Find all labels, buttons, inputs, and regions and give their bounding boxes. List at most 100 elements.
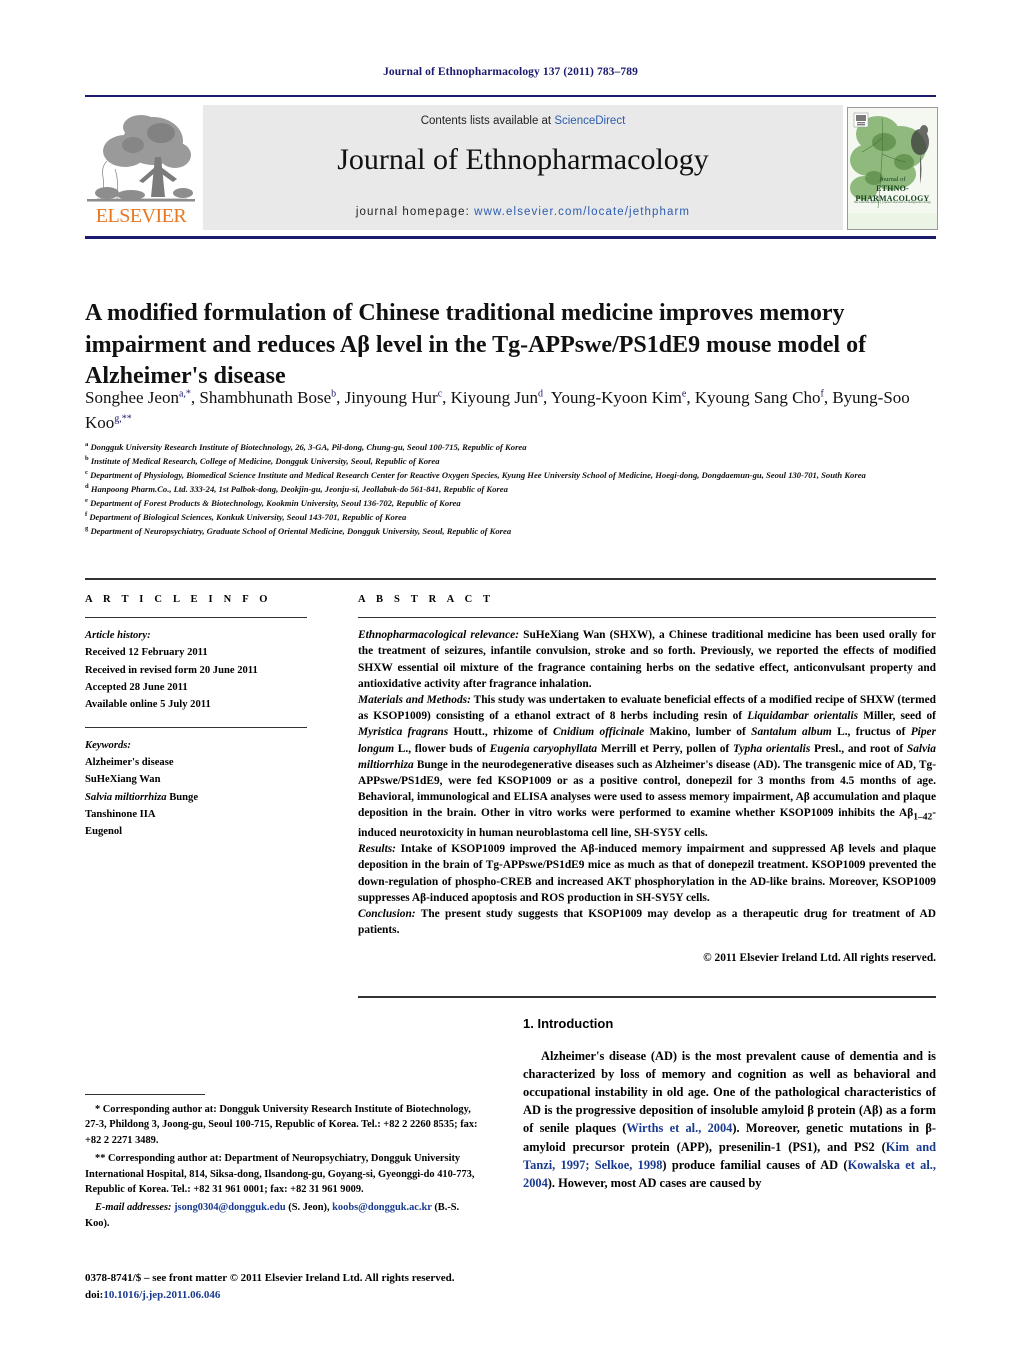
keyword-item: Alzheimer's disease <box>85 757 174 769</box>
corresponding-author-1: * Corresponding author at: Dongguk Unive… <box>85 1104 478 1146</box>
footnote-block: * Corresponding author at: Dongguk Unive… <box>85 1102 485 1234</box>
cover-artwork-icon <box>848 108 937 229</box>
author-affiliation-marker: b <box>331 388 337 400</box>
introduction-heading: 1. Introduction <box>523 1016 614 1031</box>
journal-title: Journal of Ethnopharmacology <box>337 143 709 176</box>
keyword-item: SuHeXiang Wan <box>85 774 161 786</box>
contents-available-line: Contents lists available at ScienceDirec… <box>203 115 843 127</box>
conclusion-label: Conclusion: <box>358 907 416 920</box>
history-line: Received 12 February 2011 <box>85 647 208 659</box>
affiliation-item: g Department of Neuropsychiatry, Graduat… <box>85 524 512 536</box>
homepage-prefix: journal homepage: <box>355 206 475 218</box>
keyword-item: Salvia miltiorrhiza Bunge <box>85 791 199 803</box>
abstract-methods: Materials and Methods: This study was un… <box>358 692 936 841</box>
elsevier-tree-icon <box>87 107 195 207</box>
affiliation-key: f <box>85 510 88 518</box>
history-line: Available online 5 July 2011 <box>85 698 211 710</box>
abstract-body: Ethnopharmacological relevance: SuHeXian… <box>358 627 936 966</box>
cover-line-1: Journal of <box>879 175 906 183</box>
abstract-conclusion: Conclusion: The present study suggests t… <box>358 906 936 938</box>
introduction-paragraph: Alzheimer's disease (AD) is the most pre… <box>523 1047 936 1192</box>
relevance-label: Ethnopharmacological relevance: <box>358 629 520 642</box>
author-name: Shambhunath Bose <box>199 388 332 407</box>
homepage-url-link[interactable]: www.elsevier.com/locate/jethpharm <box>474 206 690 218</box>
abstract-column: A B S T R A C T Ethnopharmacological rel… <box>358 594 936 967</box>
masthead-center-panel: Contents lists available at ScienceDirec… <box>203 105 843 230</box>
affiliation-key: a <box>85 441 89 448</box>
abstract-heading: A B S T R A C T <box>358 594 495 605</box>
author-list: Songhee Jeona,*, Shambhunath Boseb, Jiny… <box>85 388 910 432</box>
paper-page: Journal of Ethnopharmacology 137 (2011) … <box>0 0 1021 1351</box>
affiliation-item: d Hanpoong Pharm.Co., Ltd. 333-24, 1st P… <box>85 482 508 494</box>
author-affiliation-marker: a,* <box>178 388 191 400</box>
abstract-bottom-rule <box>358 996 936 998</box>
journal-cover-thumbnail: Journal of ETHNO- PHARMACOLOGY the inter… <box>847 107 938 230</box>
results-text: Intake of KSOP1009 improved the Aβ-induc… <box>358 843 936 904</box>
author-name: Kiyoung Jun <box>450 388 539 407</box>
author-affiliation-marker: e <box>681 388 687 400</box>
affiliation-key: g <box>85 524 89 532</box>
elsevier-logo: ELSEVIER <box>85 105 197 230</box>
history-line: Received in revised form 20 June 2011 <box>85 664 258 676</box>
affiliation-key: e <box>85 496 88 504</box>
journal-masthead: ELSEVIER Contents lists available at Sci… <box>85 105 938 230</box>
email-label: E-mail addresses: <box>95 1202 172 1214</box>
masthead-bottom-rule <box>85 236 936 239</box>
affiliation-item: f Department of Biological Sciences, Kon… <box>85 510 407 522</box>
author-name: Jinyoung Hur <box>344 388 438 407</box>
issn-front-matter: 0378-8741/$ – see front matter © 2011 El… <box>85 1272 455 1284</box>
keyword-item: Tanshinone IIA <box>85 808 156 820</box>
journal-homepage-line: journal homepage: www.elsevier.com/locat… <box>203 206 843 218</box>
article-history-label: Article history: <box>85 630 151 642</box>
keywords-label: Keywords: <box>85 740 131 752</box>
affiliation-item: e Department of Forest Products & Biotec… <box>85 496 461 508</box>
article-info-column: A R T I C L E I N F O Article history: R… <box>85 594 330 840</box>
email-link-koo[interactable]: koobs@dongguk.ac.kr <box>332 1202 432 1213</box>
issn-doi-footer: 0378-8741/$ – see front matter © 2011 El… <box>85 1270 515 1303</box>
author-name: Kyoung Sang Cho <box>694 388 821 407</box>
keywords-block: Keywords: Alzheimer's disease SuHeXiang … <box>85 737 330 840</box>
abstract-copyright: © 2011 Elsevier Ireland Ltd. All rights … <box>703 952 936 965</box>
author-name: Young-Kyoon Kim <box>550 388 682 407</box>
affiliation-key: d <box>85 482 89 490</box>
running-head: Journal of Ethnopharmacology 137 (2011) … <box>383 66 638 78</box>
doi-link[interactable]: 10.1016/j.jep.2011.06.046 <box>103 1289 220 1301</box>
info-section-rule <box>85 578 936 580</box>
keywords-divider <box>85 726 307 729</box>
keyword-species: Salvia miltiorrhiza <box>85 791 167 803</box>
history-line: Accepted 28 June 2011 <box>85 681 188 693</box>
methods-label: Materials and Methods: <box>358 693 471 706</box>
doi-label: doi: <box>85 1288 104 1301</box>
affiliation-key: b <box>85 454 89 462</box>
introduction-section: 1. Introduction Alzheimer's disease (AD)… <box>523 1016 936 1192</box>
sciencedirect-link[interactable]: ScienceDirect <box>554 115 625 127</box>
citation-link[interactable]: Wirths et al., 2004 <box>626 1121 732 1135</box>
affiliation-item: c Department of Physiology, Biomedical S… <box>85 468 866 480</box>
author-affiliation-marker: c <box>437 388 443 400</box>
affiliation-item: b Institute of Medical Research, College… <box>85 454 440 466</box>
article-title: A modified formulation of Chinese tradit… <box>85 300 867 390</box>
author-name: Songhee Jeon <box>85 388 179 407</box>
article-info-heading: A R T I C L E I N F O <box>85 594 272 605</box>
cover-subtitle: the interdisciplinary journal devoted to… <box>854 199 931 204</box>
affiliation-list: a Dongguk University Research Institute … <box>85 440 940 537</box>
abstract-relevance: Ethnopharmacological relevance: SuHeXian… <box>358 627 936 692</box>
keyword-item: Eugenol <box>85 825 123 837</box>
contents-prefix: Contents lists available at <box>420 115 555 127</box>
abstract-results: Results: Intake of KSOP1009 improved the… <box>358 841 936 906</box>
article-info-divider <box>85 617 307 619</box>
header-rule <box>85 95 936 97</box>
intro-text-4: ). However, most AD cases are caused by <box>547 1175 762 1190</box>
abstract-divider <box>358 617 936 619</box>
article-history-block: Article history: Received 12 February 20… <box>85 627 330 713</box>
intro-text-3: ) produce familial causes of AD ( <box>662 1157 848 1172</box>
author-affiliation-marker: g,** <box>114 412 132 424</box>
methods-text: This study was undertaken to evaluate be… <box>358 693 937 840</box>
results-label: Results: <box>358 843 396 856</box>
conclusion-text: The present study suggests that KSOP1009… <box>358 907 936 937</box>
elsevier-wordmark: ELSEVIER <box>95 205 187 227</box>
email-link-jeon[interactable]: jsong0304@dongguk.edu <box>174 1202 286 1213</box>
author-affiliation-marker: f <box>820 388 824 400</box>
email-owner-1: (S. Jeon), <box>285 1202 333 1214</box>
email-addresses: E-mail addresses: jsong0304@dongguk.edu … <box>85 1200 485 1231</box>
